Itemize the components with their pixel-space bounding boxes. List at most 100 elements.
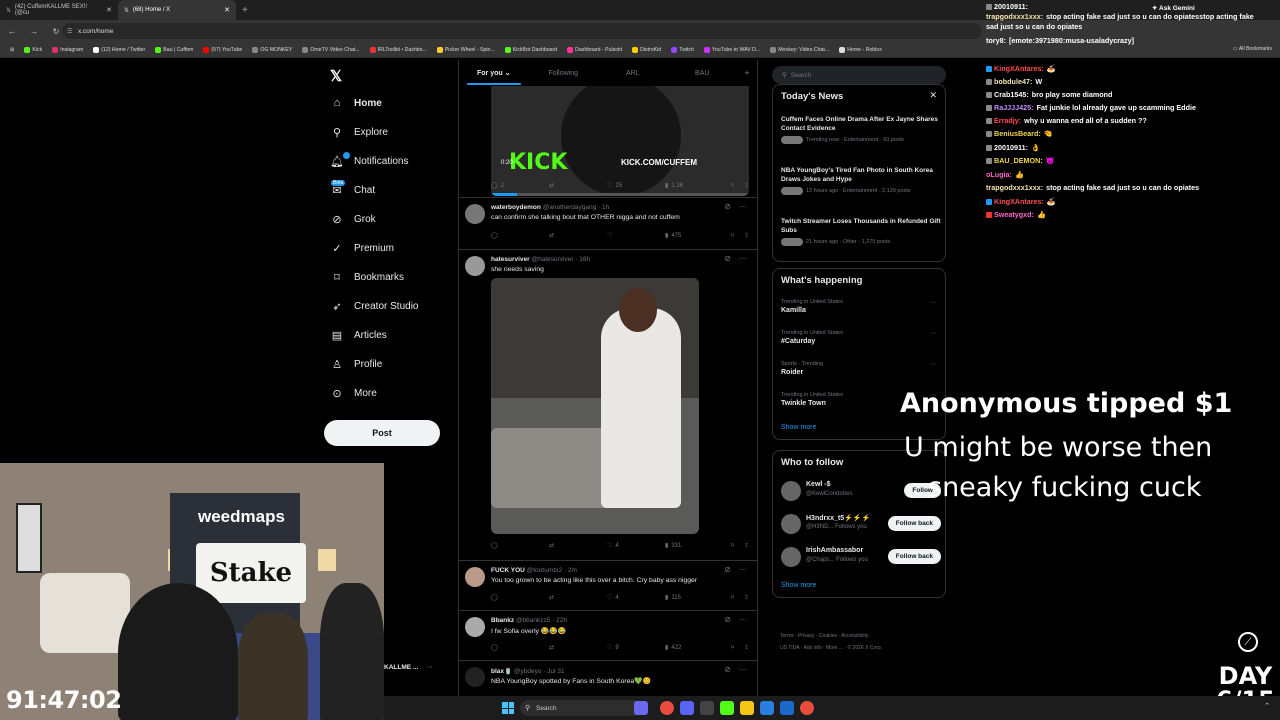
tweet-image[interactable]: [491, 278, 699, 534]
repost-button[interactable]: ⇄: [549, 542, 607, 549]
views-button[interactable]: ▮ 1.3K: [665, 182, 723, 190]
store-icon[interactable]: [760, 701, 774, 715]
bookmark-item[interactable]: Dashboard - Pulsoid: [563, 46, 626, 53]
browser-tab-1[interactable]: 𝕏 (42) CuffemKALLME SEX!! (@cu ✕: [0, 0, 118, 20]
views-button[interactable]: ▮ 115: [665, 594, 723, 602]
bookmark-item[interactable]: OmeTV Video Chat...: [298, 46, 363, 53]
avatar[interactable]: [465, 567, 485, 587]
avatar[interactable]: [465, 256, 485, 276]
nav-grok[interactable]: ⊘ Grok: [330, 213, 375, 226]
taskbar-app-icon[interactable]: [700, 701, 714, 715]
bookmark-item[interactable]: Home - Roblox: [835, 46, 886, 53]
nav-explore[interactable]: ⚲ Explore: [330, 126, 388, 139]
tweet[interactable]: Bbankz @bbankzz5 · 22h ⊘ ··· I fw Sofia o…: [459, 610, 757, 660]
grok-icon[interactable]: ⊘: [724, 565, 731, 574]
follow-suggestion[interactable]: Kewl -$ @KewlCondones Follow: [781, 479, 941, 505]
footer-link[interactable]: More ...: [826, 645, 843, 651]
more-icon[interactable]: ···: [930, 299, 937, 306]
back-icon[interactable]: ←: [6, 27, 18, 36]
chrome-icon[interactable]: [660, 701, 674, 715]
avatar[interactable]: [781, 481, 801, 501]
reply-button[interactable]: ◯: [491, 232, 549, 239]
views-button[interactable]: ▮ 422: [665, 644, 723, 652]
more-icon[interactable]: ···: [739, 565, 747, 574]
footer-link[interactable]: Privacy: [798, 633, 814, 639]
profile-switcher[interactable]: KALLME ... ···: [384, 664, 433, 671]
repost-button[interactable]: ⇄: [549, 182, 607, 189]
like-button[interactable]: ♡ 4: [607, 594, 665, 602]
tab-following[interactable]: Following: [529, 70, 599, 77]
share-icon[interactable]: ⇪: [744, 644, 749, 651]
nav-home[interactable]: ⌂ Home: [330, 97, 382, 109]
bookmark-item[interactable]: YouTube to WAV D...: [700, 46, 764, 53]
all-bookmarks[interactable]: ▭ All Bookmarks: [1233, 46, 1272, 52]
bookmark-icon[interactable]: ⌑: [731, 644, 734, 651]
ask-gemini-button[interactable]: ✦ Ask Gemini: [1152, 4, 1195, 12]
taskbar-app-icon[interactable]: [634, 701, 648, 715]
like-button[interactable]: ♡ 4: [607, 542, 665, 550]
like-button[interactable]: ♡ 25: [607, 182, 665, 190]
tweet[interactable]: waterboydemon @anotherdaygang · 1h ⊘ ··· …: [459, 197, 757, 249]
x-logo-icon[interactable]: 𝕏: [330, 67, 342, 85]
bookmark-item[interactable]: Bau | Cuffem: [151, 46, 197, 53]
grok-icon[interactable]: ⊘: [724, 665, 731, 674]
nav-creator-studio[interactable]: ➶ Creator Studio: [330, 300, 418, 313]
follow-suggestion[interactable]: IrishAmbassabor @Chaps... Follows you Fo…: [781, 545, 941, 571]
bookmark-item[interactable]: Twitch: [667, 46, 698, 53]
follow-back-button[interactable]: Follow back: [887, 516, 941, 531]
follow-suggestion[interactable]: H3ndrxx_t5⚡⚡⚡ @H3ND... Follows you Follo…: [781, 512, 941, 538]
avatar[interactable]: [781, 547, 801, 567]
tab-arl[interactable]: ARL: [598, 70, 668, 77]
bookmark-icon[interactable]: ⌑: [731, 542, 734, 549]
windows-start-icon[interactable]: [502, 702, 514, 714]
close-icon[interactable]: ✕: [224, 6, 230, 14]
nav-notifications[interactable]: 🔔︎ Notifications: [330, 152, 408, 168]
trend-item[interactable]: Trending in United States #Caturday ···: [781, 330, 941, 345]
trend-item[interactable]: Trending in United States Kamilla ···: [781, 299, 941, 314]
bookmark-item[interactable]: DistroKid: [628, 46, 665, 53]
video-player[interactable]: KICK KICK.COM/CUFFEM 0:20: [491, 86, 749, 196]
url-field[interactable]: ☰ x.com/home: [62, 23, 982, 39]
browser-tab-2[interactable]: 𝕏 (68) Home / X ✕: [118, 0, 236, 20]
share-icon[interactable]: ⇪: [744, 542, 749, 549]
avatar[interactable]: [465, 204, 485, 224]
news-item[interactable]: NBA YoungBoy's Tired Fan Photo in South …: [781, 166, 941, 195]
bookmark-item[interactable]: Instagram: [48, 46, 87, 53]
add-tab-icon[interactable]: +: [737, 68, 757, 78]
avatar[interactable]: [465, 617, 485, 637]
show-more-link[interactable]: Show more: [781, 582, 816, 589]
share-icon[interactable]: ⇪: [744, 594, 749, 601]
repost-button[interactable]: ⇄: [549, 232, 607, 239]
repost-button[interactable]: ⇄: [549, 594, 607, 601]
like-button[interactable]: ♡: [607, 232, 665, 239]
grok-icon[interactable]: ⊘: [724, 254, 731, 263]
nav-bookmarks[interactable]: ⌑ Bookmarks: [330, 271, 404, 284]
grok-icon[interactable]: ⊘: [724, 202, 731, 211]
close-icon[interactable]: ✕: [106, 6, 112, 14]
site-info-icon[interactable]: ☰: [67, 28, 72, 35]
share-icon[interactable]: ⇪: [744, 232, 749, 239]
discord-icon[interactable]: [680, 701, 694, 715]
bookmark-icon[interactable]: ⌑: [731, 232, 734, 239]
reply-button[interactable]: ◯: [491, 542, 549, 549]
footer-link[interactable]: Terms: [780, 633, 794, 639]
more-icon[interactable]: ···: [739, 254, 747, 263]
news-item[interactable]: Cuffem Faces Online Drama After Ex Jayne…: [781, 115, 941, 144]
reply-button[interactable]: ◯ 2: [491, 182, 549, 190]
share-icon[interactable]: ⇪: [744, 182, 749, 189]
close-icon[interactable]: ✕: [929, 90, 937, 101]
reload-icon[interactable]: ↻: [50, 27, 62, 36]
system-tray[interactable]: ⌃: [1264, 702, 1270, 710]
forward-icon[interactable]: →: [28, 27, 40, 36]
trend-item[interactable]: Sports · Trending Roider ···: [781, 361, 941, 376]
bookmark-item[interactable]: Monkey: Video Chat...: [766, 46, 833, 53]
repost-button[interactable]: ⇄: [549, 644, 607, 651]
views-button[interactable]: ▮ 331: [665, 542, 723, 550]
more-icon[interactable]: ···: [930, 330, 937, 337]
avatar[interactable]: [781, 514, 801, 534]
bookmark-item[interactable]: OG MONKEY: [248, 46, 296, 53]
new-tab-icon[interactable]: +: [236, 5, 254, 16]
more-icon[interactable]: ···: [739, 665, 747, 674]
more-icon[interactable]: ···: [739, 615, 747, 624]
bookmark-icon[interactable]: ⌑: [731, 594, 734, 601]
